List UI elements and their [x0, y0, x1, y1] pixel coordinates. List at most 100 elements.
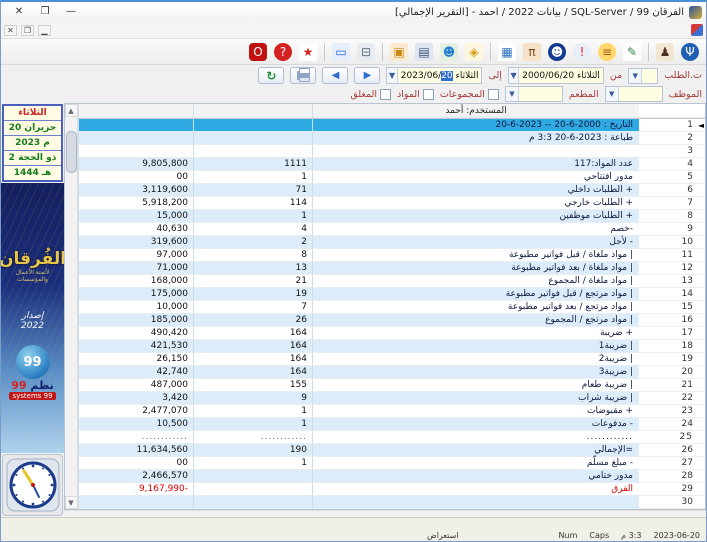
restaurant-icon[interactable]: Ψ	[678, 41, 702, 63]
table-row[interactable]: 00 1 - مبلغ مسلّم 27	[78, 457, 705, 470]
status-date: 2023-06-20	[653, 530, 701, 540]
table-row[interactable]: 97,000 8 | مواد ملغاة / قبل فواتير مطبوع…	[78, 249, 705, 262]
mdi-child-icon[interactable]	[691, 24, 703, 36]
restaurant-select[interactable]: ▼	[504, 86, 563, 102]
scroll-down-icon[interactable]: ▼	[64, 496, 78, 509]
table-row[interactable]: 3,119,600 71 + الطلبات داخلي 6	[78, 184, 705, 197]
horizontal-scrollbar[interactable]	[64, 510, 706, 517]
calendar-dropdown-icon[interactable]: ▼	[387, 68, 398, 83]
menu-item[interactable]	[563, 29, 575, 31]
cards-icon[interactable]: ▭	[329, 41, 353, 63]
table-row[interactable]: 168,000 21 | مواد ملغاة / المجموع 13	[78, 275, 705, 288]
row-number: 15	[681, 302, 693, 312]
table-row[interactable]: 71,000 13 | مواد ملغاة / بعد فواتير مطبو…	[78, 262, 705, 275]
table-row[interactable]: 15,000 1 + الطلبات موظفين 8	[78, 210, 705, 223]
row-number: 18	[681, 341, 693, 351]
menu-item[interactable]	[521, 29, 533, 31]
users-icon[interactable]: ☻	[437, 41, 461, 63]
date-from-picker[interactable]: الثلاثاء 2000/06/20 ▼	[507, 67, 604, 84]
table-row[interactable]: 490,420 164 + ضريبة 17	[78, 327, 705, 340]
toolbox-icon[interactable]: ▣	[387, 41, 411, 63]
exit-icon[interactable]: Ο	[246, 41, 270, 63]
edit-note-icon[interactable]: ✎	[620, 41, 644, 63]
table-row[interactable]: 487,000 155 | ضريبة طعام 21	[78, 379, 705, 392]
table-row[interactable]: 2,466,570 مدور ختامي 28	[78, 470, 705, 483]
close-button[interactable]: ✕	[11, 5, 27, 19]
table-row[interactable]: 175,000 19 | مواد مرتجع / قبل فواتير مطب…	[78, 288, 705, 301]
refresh-button[interactable]: ↻	[258, 67, 285, 84]
back-button[interactable]: ◀	[322, 67, 349, 84]
minimize-button[interactable]: —	[63, 5, 79, 19]
waiter-icon[interactable]: ☻	[545, 41, 569, 63]
count-cell: 13	[193, 262, 312, 275]
menu-item[interactable]	[535, 29, 547, 31]
table-row[interactable]: 42,740 164 | ضريبة3 20	[78, 366, 705, 379]
table-row[interactable]: 40,630 4 -خصم 9	[78, 223, 705, 236]
table-row[interactable]: 2,477,070 1 + مقبوضات 23	[78, 405, 705, 418]
table-row[interactable]: 00 1 مدور افتتاحي 5	[78, 171, 705, 184]
row-number: 29	[681, 484, 693, 494]
dining-table-icon[interactable]: π	[520, 41, 544, 63]
date-to-value: 2023/06/20	[400, 70, 453, 81]
scroll-up-icon[interactable]: ▲	[64, 104, 78, 117]
table-row[interactable]: 5,918,200 114 + الطلبات خارجي 7	[78, 197, 705, 210]
scrollbar-thumb[interactable]	[65, 131, 77, 173]
vertical-scrollbar[interactable]: ▲ ▼	[64, 104, 78, 509]
calendar-hijri-year: 1444 هـ	[13, 168, 52, 178]
print-button[interactable]	[290, 67, 317, 84]
table-row[interactable]: 9,805,800 1111 عدد المواد:117 4	[78, 158, 705, 171]
calendar-dropdown-icon[interactable]: ▼	[508, 68, 520, 83]
table-row[interactable]: -9,167,990 الفرق 29	[78, 483, 705, 496]
table-row[interactable]: 319,600 2 - لأجل 10	[78, 236, 705, 249]
menu-item[interactable]	[619, 29, 631, 31]
help-search-icon[interactable]: ?	[271, 41, 295, 63]
table-row[interactable]: 185,000 26 | مواد مرتجع / المجموع 16	[78, 314, 705, 327]
table-row[interactable]: التاريخ : 2000-6-20 -- 2023-6-20 1 ◄	[78, 119, 705, 132]
amount-cell: 319,600	[150, 237, 188, 247]
groups-checkbox[interactable]	[487, 88, 499, 100]
date-to-picker[interactable]: الثلاثاء 2023/06/20 ▼	[386, 67, 483, 84]
bookmark-star-icon[interactable]: ★	[296, 41, 320, 63]
gift-box-icon[interactable]: ◈	[462, 41, 486, 63]
materials-checkbox[interactable]	[422, 88, 434, 100]
chevron-down-icon[interactable]: ▼	[505, 87, 519, 101]
table-row[interactable]: 11,634,560 190 =الإجمالي 26	[78, 444, 705, 457]
restore-button[interactable]: ❐	[37, 5, 53, 19]
menu-item[interactable]	[591, 29, 603, 31]
menu-item[interactable]	[605, 29, 617, 31]
mdi-close-button[interactable]: ✕	[4, 24, 17, 36]
order-type-select[interactable]: ▼	[628, 67, 659, 84]
table-row[interactable]: طباعة : 2023-6-20 3:3 م 2	[78, 132, 705, 145]
report-chart-icon[interactable]: ▦	[495, 41, 519, 63]
run-report-button[interactable]: ▶	[354, 67, 381, 84]
menu-item[interactable]	[633, 29, 645, 31]
burger-icon[interactable]: ≡	[595, 41, 619, 63]
mdi-restore-button[interactable]: ❐	[21, 24, 34, 36]
menu-item[interactable]	[577, 29, 589, 31]
calculator-icon[interactable]: ▤	[412, 41, 436, 63]
table-row[interactable]: 421,530 164 | ضريبة1 18	[78, 340, 705, 353]
content-area: الثلاثاء 20 حزيران 2023 م 2 ذو الحجة 144…	[1, 103, 706, 517]
menu-item[interactable]	[647, 29, 659, 31]
table-row[interactable]: 30	[78, 496, 705, 509]
chevron-down-icon[interactable]: ▼	[605, 87, 619, 101]
menu-item[interactable]	[507, 29, 519, 31]
menu-item[interactable]	[661, 29, 673, 31]
menu-item[interactable]	[675, 29, 687, 31]
order-alert-icon[interactable]: !	[570, 41, 594, 63]
menu-item[interactable]	[549, 29, 561, 31]
table-row[interactable]: 3,420 9 | ضريبة شراب 22	[78, 392, 705, 405]
mdi-minimize-button[interactable]: ▁	[38, 24, 51, 36]
row-number: 27	[681, 458, 693, 468]
table-row[interactable]: 10,500 1 - مدفوعات 24	[78, 418, 705, 431]
chef-serving-icon[interactable]: ♟	[653, 41, 677, 63]
table-row[interactable]: 26,150 164 | ضريبة2 19	[78, 353, 705, 366]
amount-cell: 490,420	[150, 328, 188, 338]
table-row[interactable]: 10,000 7 | مواد مرتجع / بعد فواتير مطبوع…	[78, 301, 705, 314]
closed-checkbox[interactable]	[380, 88, 392, 100]
employee-select[interactable]: ▼	[604, 86, 663, 102]
table-row[interactable]: ............ ............ ............ 2…	[78, 431, 705, 444]
database-check-icon[interactable]: ⊟	[354, 41, 378, 63]
chevron-down-icon[interactable]: ▼	[629, 68, 643, 83]
table-row[interactable]: 3	[78, 145, 705, 158]
